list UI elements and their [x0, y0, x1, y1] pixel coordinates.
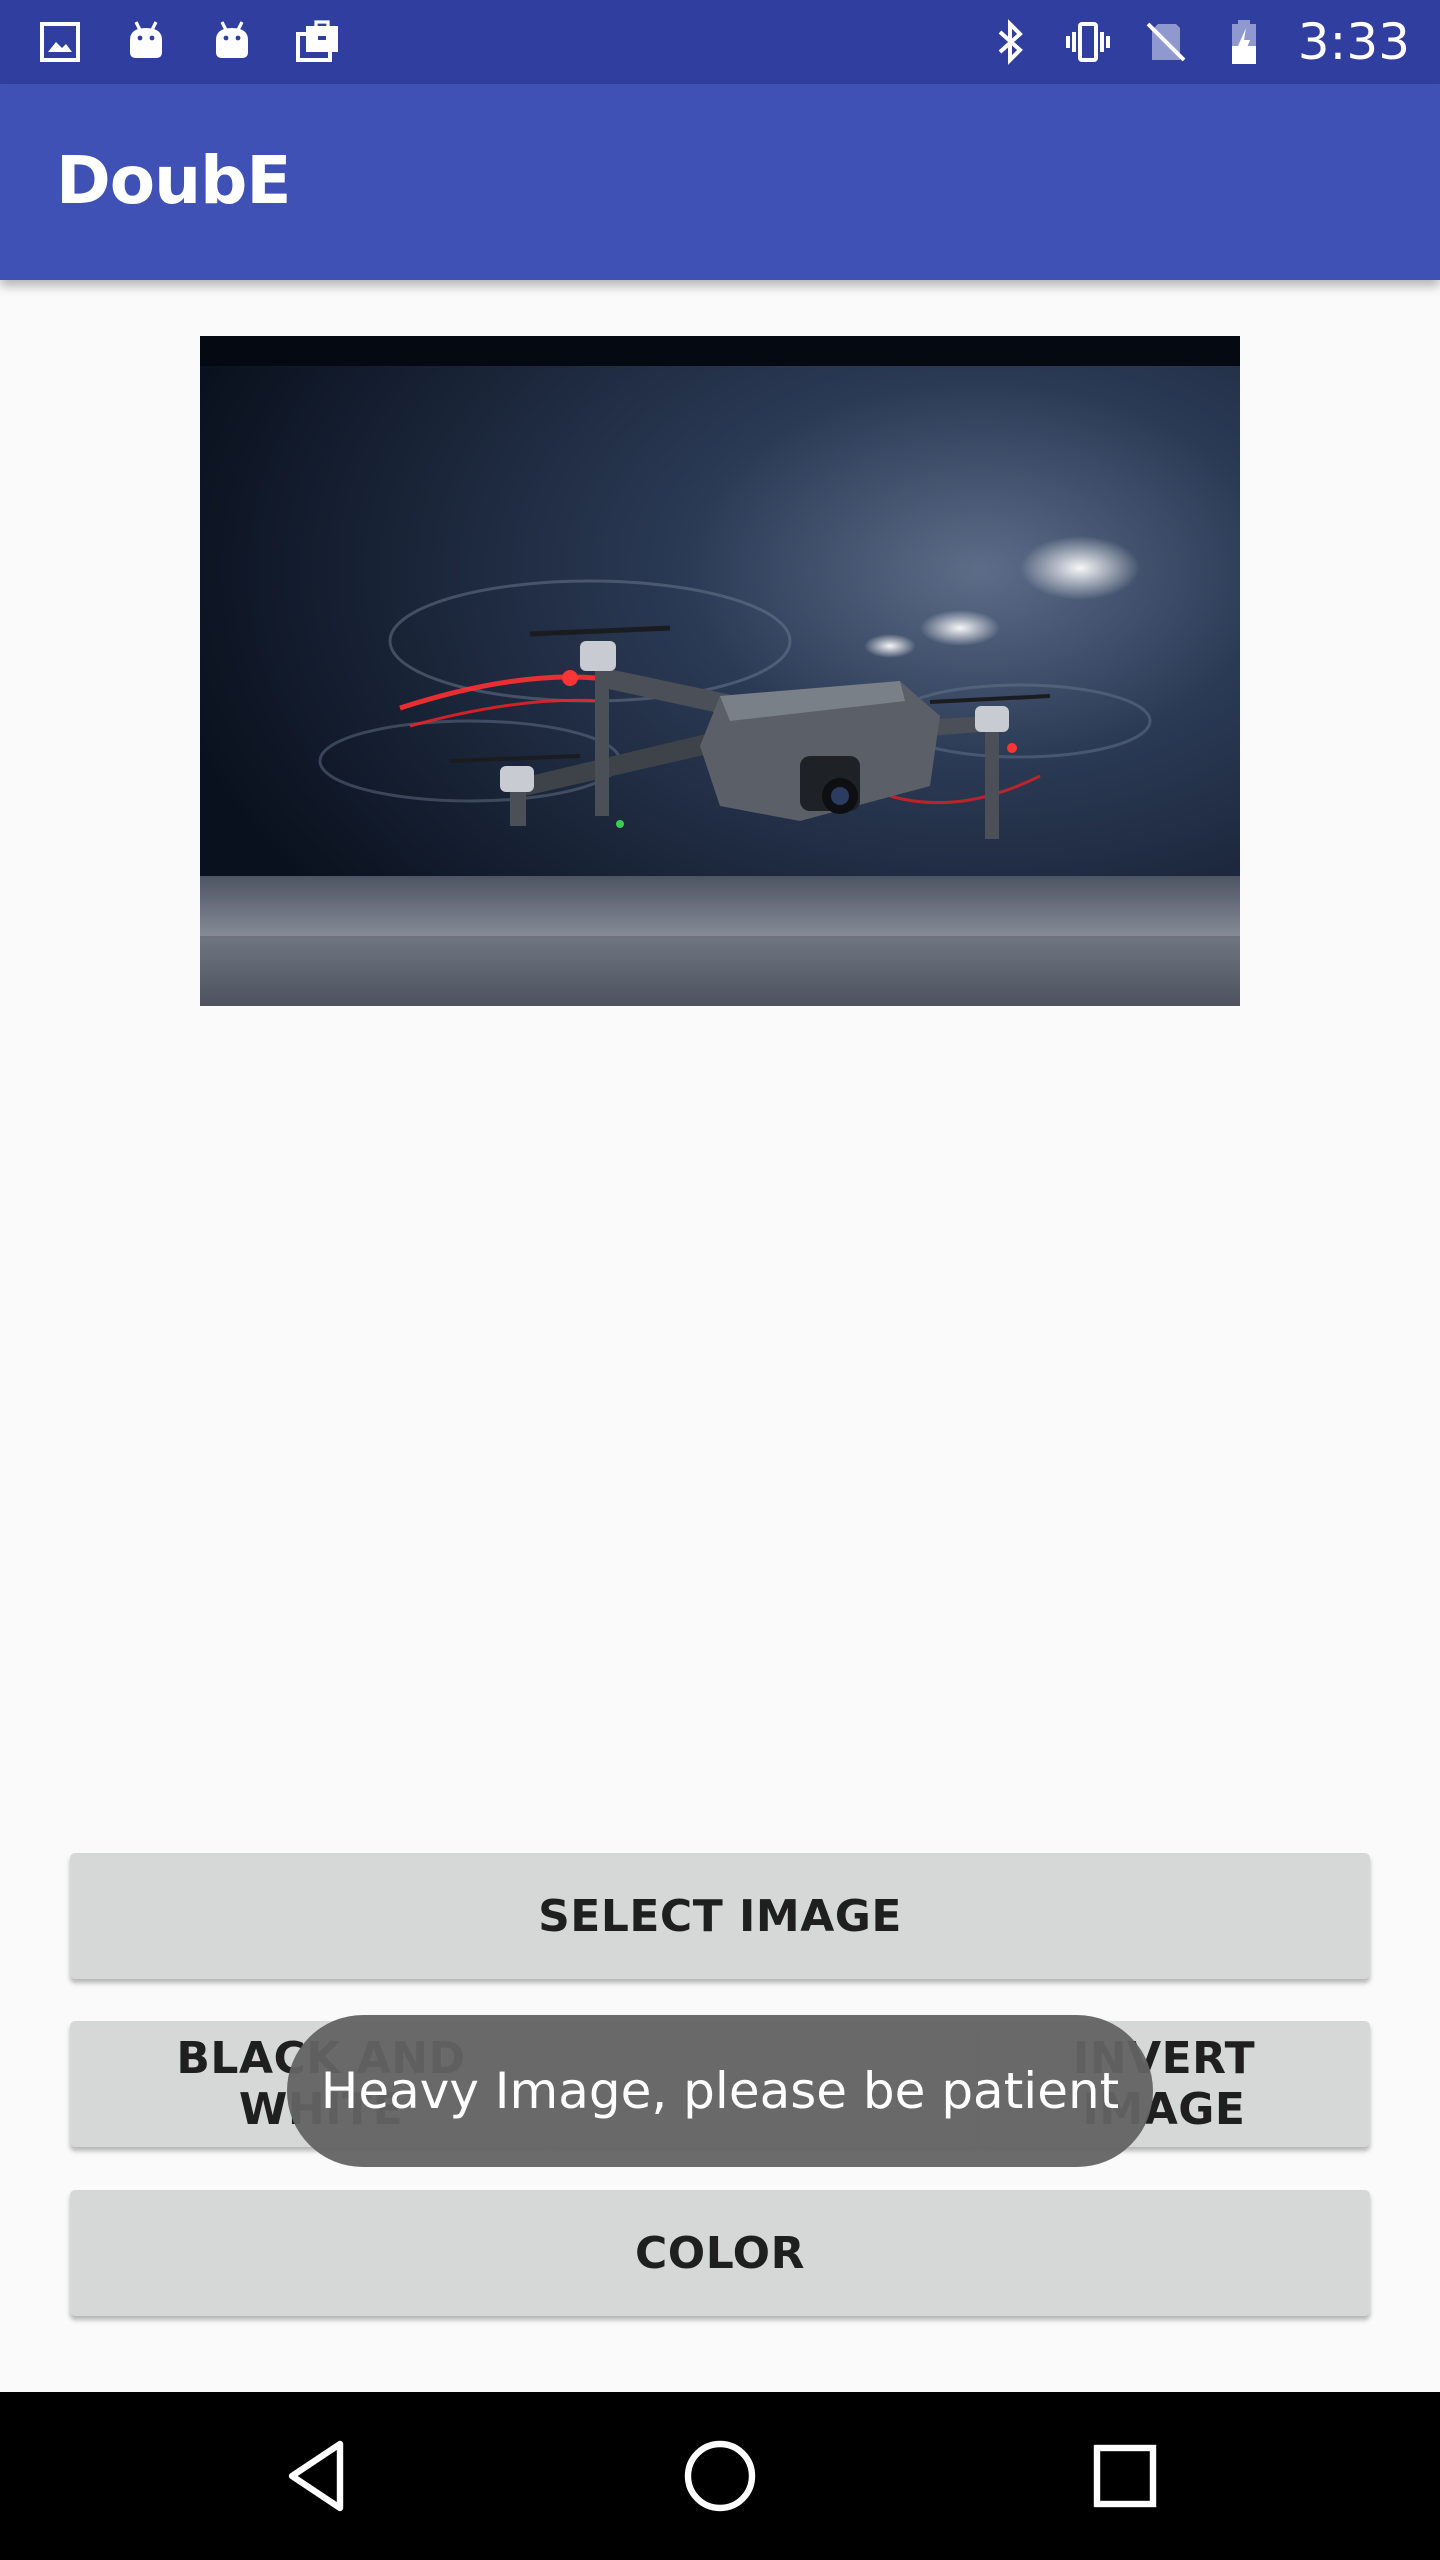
- no-sim-icon: [1146, 22, 1186, 62]
- image-preview: [200, 336, 1240, 1006]
- battery-charging-icon: [1231, 20, 1256, 64]
- drone-photo: [200, 336, 1240, 1006]
- bluetooth-icon: [998, 19, 1023, 65]
- home-icon[interactable]: [672, 2428, 768, 2524]
- recents-icon[interactable]: [1077, 2428, 1173, 2524]
- android-icon: [130, 21, 162, 58]
- image-icon: [40, 22, 80, 62]
- app-title: DoubE: [56, 142, 291, 219]
- app-bar: DoubE: [0, 84, 1440, 280]
- select-image-button[interactable]: SELECT IMAGE: [70, 1853, 1370, 1979]
- android-icon: [216, 21, 248, 58]
- color-button[interactable]: COLOR: [70, 2190, 1370, 2316]
- back-icon[interactable]: [268, 2428, 364, 2524]
- briefcase-icon: [296, 20, 338, 62]
- toast-message: Heavy Image, please be patient: [287, 2015, 1153, 2167]
- navigation-bar: [0, 2392, 1440, 2560]
- status-bar: 3:33: [0, 0, 1440, 84]
- notification-icons: [36, 14, 342, 70]
- vibrate-icon: [1065, 22, 1110, 62]
- status-time: 3:33: [1297, 13, 1410, 71]
- system-icons: 3:33: [986, 13, 1410, 71]
